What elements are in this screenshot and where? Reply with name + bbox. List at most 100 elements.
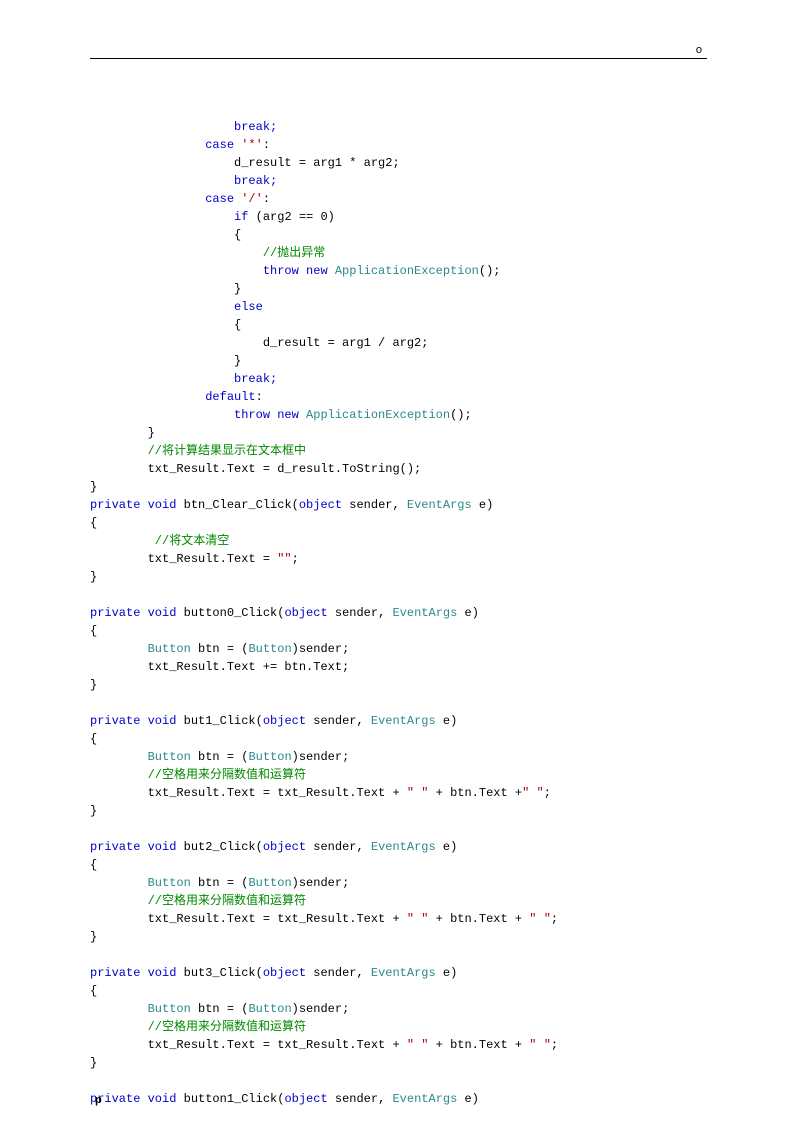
type-name: Button (248, 876, 291, 890)
type-name: EventArgs (371, 966, 436, 980)
code-line: txt_Result.Text = txt_Result.Text + " " … (90, 912, 558, 926)
keyword-object: object (284, 1092, 327, 1106)
code-text: txt_Result.Text = txt_Result.Text + (90, 912, 407, 926)
code-text: )sender; (292, 750, 350, 764)
code-line: { (90, 984, 97, 998)
header-rule (90, 58, 707, 59)
type-name: EventArgs (392, 1092, 457, 1106)
code-text: + btn.Text + (428, 1038, 529, 1052)
code-line: //空格用来分隔数值和运算符 (90, 768, 306, 782)
code-text: : (263, 138, 270, 152)
code-line: } (90, 426, 155, 440)
code-line: { (90, 516, 97, 530)
code-text: sender, (342, 498, 407, 512)
code-text: e) (436, 966, 458, 980)
code-line: txt_Result.Text = txt_Result.Text + " " … (90, 786, 551, 800)
code-text: : (263, 192, 270, 206)
code-line: //将计算结果显示在文本框中 (90, 444, 306, 458)
keyword-case: case (90, 192, 241, 206)
code-line: Button btn = (Button)sender; (90, 750, 349, 764)
code-text: ; (292, 552, 299, 566)
code-text: but3_Click( (176, 966, 262, 980)
code-text: button0_Click( (176, 606, 284, 620)
code-line: private void but1_Click(object sender, E… (90, 714, 457, 728)
code-text: (); (479, 264, 501, 278)
keyword-object: object (263, 714, 306, 728)
code-text: btn = ( (191, 642, 249, 656)
type-name: ApplicationException (306, 408, 450, 422)
string-literal: '/' (241, 192, 263, 206)
type-name: EventArgs (371, 714, 436, 728)
code-line: Button btn = (Button)sender; (90, 876, 349, 890)
code-line: throw new ApplicationException(); (90, 408, 472, 422)
code-line: break; (90, 120, 277, 134)
code-text: + btn.Text + (428, 786, 522, 800)
code-text: )sender; (292, 642, 350, 656)
type-name: Button (90, 1002, 191, 1016)
footer-mark: p (95, 1092, 102, 1109)
code-text: btn = ( (191, 876, 249, 890)
code-text: button1_Click( (176, 1092, 284, 1106)
code-line: else (90, 300, 263, 314)
code-line: private void but3_Click(object sender, E… (90, 966, 457, 980)
comment: //将文本清空 (90, 534, 229, 548)
string-literal: " " (529, 1038, 551, 1052)
code-text: e) (436, 714, 458, 728)
code-text: ; (551, 1038, 558, 1052)
comment: //将计算结果显示在文本框中 (90, 444, 306, 458)
type-name: ApplicationException (335, 264, 479, 278)
code-line: private void button0_Click(object sender… (90, 606, 479, 620)
comment: //空格用来分隔数值和运算符 (90, 1020, 306, 1034)
keyword-throw-new: throw new (90, 264, 335, 278)
keyword-object: object (284, 606, 327, 620)
type-name: Button (90, 876, 191, 890)
code-text: ; (551, 912, 558, 926)
code-line: //空格用来分隔数值和运算符 (90, 894, 306, 908)
code-line: { (90, 228, 241, 242)
keyword-throw-new: throw new (90, 408, 306, 422)
comment: //空格用来分隔数值和运算符 (90, 894, 306, 908)
code-text: sender, (328, 606, 393, 620)
code-line: //抛出异常 (90, 246, 325, 260)
string-literal: " " (407, 786, 429, 800)
code-line: } (90, 678, 97, 692)
code-text: txt_Result.Text = txt_Result.Text + (90, 1038, 407, 1052)
type-name: Button (90, 750, 191, 764)
code-line: default: (90, 390, 263, 404)
string-literal: " " (407, 1038, 429, 1052)
code-line: } (90, 480, 97, 494)
string-literal: " " (522, 786, 544, 800)
code-text: ; (544, 786, 551, 800)
code-text: btn = ( (191, 750, 249, 764)
code-line: //将文本清空 (90, 534, 229, 548)
type-name: EventArgs (407, 498, 472, 512)
code-line: private void button1_Click(object sender… (90, 1092, 479, 1106)
keyword-else: else (90, 300, 263, 314)
code-text: but1_Click( (176, 714, 262, 728)
keyword-private-void: private void (90, 1092, 176, 1106)
code-line: case '/': (90, 192, 270, 206)
code-line: } (90, 1056, 97, 1070)
code-text: e) (436, 840, 458, 854)
keyword-private-void: private void (90, 606, 176, 620)
code-line: txt_Result.Text = ""; (90, 552, 299, 566)
code-line: case '*': (90, 138, 270, 152)
keyword-private-void: private void (90, 966, 176, 980)
type-name: Button (90, 642, 191, 656)
code-line: } (90, 570, 97, 584)
code-line: } (90, 282, 241, 296)
code-line: { (90, 624, 97, 638)
document-page: o break; case '*': d_result = arg1 * arg… (0, 0, 792, 1148)
type-name: EventArgs (371, 840, 436, 854)
code-line: { (90, 318, 241, 332)
code-text: sender, (306, 714, 371, 728)
code-line: break; (90, 174, 277, 188)
keyword-object: object (263, 966, 306, 980)
code-text: : (256, 390, 263, 404)
comment: //抛出异常 (90, 246, 325, 260)
code-text: e) (457, 606, 479, 620)
code-text: (arg2 == 0) (248, 210, 334, 224)
code-line: { (90, 732, 97, 746)
code-text: + btn.Text + (428, 912, 529, 926)
type-name: EventArgs (392, 606, 457, 620)
